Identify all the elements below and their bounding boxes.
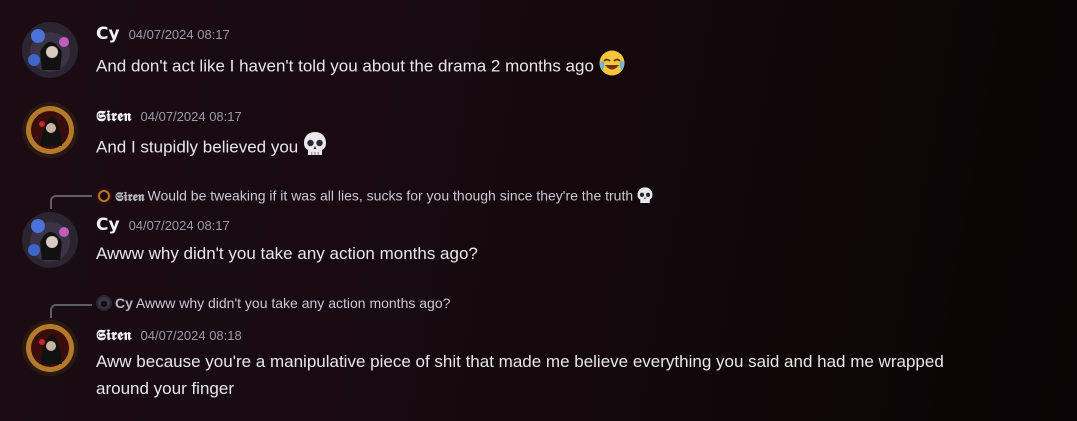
message-content: Aww because you're a manipulative piece … <box>96 348 976 402</box>
reply-spine <box>50 304 92 318</box>
message-text: And I stupidly believed you <box>96 137 299 157</box>
reply-text: Awww why didn't you take any action mont… <box>135 295 451 311</box>
timestamp: 04/07/2024 08:17 <box>128 27 230 42</box>
timestamp: 04/07/2024 08:18 <box>140 328 242 343</box>
joy-emoji-icon <box>598 49 626 85</box>
username[interactable]: Cy <box>96 215 120 235</box>
avatar-siren[interactable] <box>22 102 78 158</box>
skull-emoji-icon <box>302 130 328 166</box>
message-content: And I stupidly believed you <box>96 130 996 166</box>
reply-author[interactable]: Cy <box>115 295 133 311</box>
message-text: And don't act like I haven't told you ab… <box>96 56 594 76</box>
username[interactable]: Cy <box>96 24 120 44</box>
reply-avatar-cy <box>96 295 112 311</box>
timestamp: 04/07/2024 08:17 <box>140 109 242 124</box>
reply-spine <box>50 195 92 209</box>
avatar-siren[interactable] <box>22 320 78 376</box>
message-text: Aww because you're a manipulative piece … <box>96 352 944 398</box>
skull-emoji-icon <box>636 186 654 208</box>
username[interactable]: 𝕾𝖎𝖗𝖊𝖓 <box>96 107 132 125</box>
reply-text: Would be tweaking if it was all lies, su… <box>147 187 634 204</box>
reply-preview[interactable]: Cy Awww why didn't you take any action mo… <box>96 295 450 311</box>
message-content: And don't act like I haven't told you ab… <box>96 49 996 85</box>
reply-author[interactable]: 𝕾𝖎𝖗𝖊𝖓 <box>115 190 144 205</box>
message-content: Awww why didn't you take any action mont… <box>96 240 996 267</box>
reply-avatar-siren <box>96 187 112 204</box>
message-text: Awww why didn't you take any action mont… <box>96 244 478 263</box>
reply-preview[interactable]: 𝕾𝖎𝖗𝖊𝖓 Would be tweaking if it was all lie… <box>96 186 654 208</box>
username[interactable]: 𝕾𝖎𝖗𝖊𝖓 <box>96 326 132 344</box>
avatar-cy[interactable] <box>22 22 78 78</box>
timestamp: 04/07/2024 08:17 <box>128 218 230 233</box>
avatar-cy[interactable] <box>22 212 78 268</box>
